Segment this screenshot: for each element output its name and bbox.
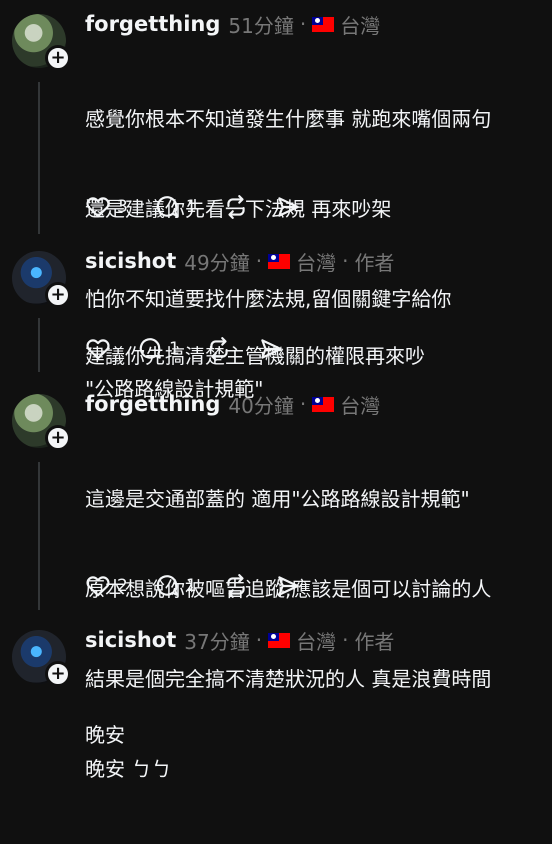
like-count: 2 (117, 576, 128, 596)
heart-icon (86, 197, 110, 218)
taiwan-flag-icon (312, 396, 335, 412)
separator: · (342, 628, 349, 652)
text-line: 這邊是交通部蓋的 適用"公路路線設計規範" (85, 487, 470, 511)
author-badge: 作者 (354, 629, 395, 654)
separator: · (255, 628, 263, 652)
plus-icon[interactable]: + (45, 282, 71, 308)
timestamp[interactable]: 40分鐘 (228, 390, 293, 419)
post-meta: sicishot 49分鐘 · 台灣 · 作者 (85, 246, 394, 276)
like-button[interactable]: 3 (85, 194, 128, 220)
separator: · (342, 249, 349, 273)
like-button[interactable] (85, 336, 111, 362)
like-button[interactable]: 2 (85, 573, 128, 599)
share-button[interactable] (275, 573, 301, 599)
repost-button[interactable] (223, 194, 249, 220)
region-label: 台灣 (340, 393, 381, 418)
reply-count: 1 (185, 197, 197, 217)
action-bar: 1 (85, 333, 310, 365)
like-count: 3 (117, 197, 128, 217)
reply-button[interactable]: 1 (154, 573, 197, 599)
reply-button[interactable]: 1 (137, 336, 180, 362)
thread-line (38, 318, 40, 372)
reply-button[interactable]: 1 (154, 194, 197, 220)
repost-button[interactable] (223, 573, 249, 599)
taiwan-flag-icon (268, 632, 291, 648)
username[interactable]: sicishot (85, 628, 176, 652)
region-label: 台灣 (296, 629, 337, 654)
region-label: 台灣 (296, 250, 337, 275)
repost-button[interactable] (206, 336, 232, 362)
action-bar: 2 1 (85, 570, 327, 602)
heart-icon (86, 339, 110, 360)
thread-line (38, 462, 40, 610)
author-badge: 作者 (354, 250, 395, 275)
comment-icon (139, 338, 161, 359)
comment-icon (156, 575, 178, 596)
username[interactable]: sicishot (85, 249, 176, 273)
text-line: 晚安 ㄅㄅ (85, 757, 172, 781)
post-meta: forgetthing 51分鐘 · 台灣 (85, 9, 380, 39)
heart-icon (86, 576, 110, 597)
comment-icon (156, 196, 178, 217)
send-icon (277, 197, 299, 217)
post-text: 晚安 (85, 660, 125, 810)
text-line: 結果是個完全搞不清楚狀況的人 真是浪費時間 (85, 667, 492, 691)
text-line: 感覺你根本不知道發生什麼事 就跑來嘴個兩句 (85, 107, 492, 131)
username[interactable]: forgetthing (85, 12, 220, 36)
plus-icon[interactable]: + (45, 45, 71, 71)
separator: · (255, 249, 263, 273)
separator: · (299, 392, 307, 416)
share-button[interactable] (275, 194, 301, 220)
taiwan-flag-icon (312, 16, 335, 32)
timestamp[interactable]: 37分鐘 (184, 626, 249, 655)
separator: · (299, 12, 307, 36)
repost-icon (226, 574, 245, 598)
region-label: 台灣 (340, 13, 381, 38)
timestamp[interactable]: 51分鐘 (228, 10, 293, 39)
plus-icon[interactable]: + (45, 425, 71, 451)
share-button[interactable] (258, 336, 284, 362)
reply-count: 1 (185, 576, 197, 596)
post-meta: forgetthing 40分鐘 · 台灣 (85, 389, 380, 419)
plus-icon[interactable]: + (45, 661, 71, 687)
taiwan-flag-icon (268, 253, 291, 269)
repost-icon (226, 195, 245, 219)
post-meta: sicishot 37分鐘 · 台灣 · 作者 (85, 625, 394, 655)
text-line: 晚安 (85, 723, 125, 747)
reply-count: 1 (169, 339, 180, 359)
repost-icon (210, 337, 228, 361)
send-icon (261, 339, 282, 359)
send-icon (277, 576, 299, 596)
action-bar: 3 1 (85, 191, 327, 223)
timestamp[interactable]: 49分鐘 (184, 247, 249, 276)
username[interactable]: forgetthing (85, 392, 220, 416)
thread-line (38, 82, 40, 234)
